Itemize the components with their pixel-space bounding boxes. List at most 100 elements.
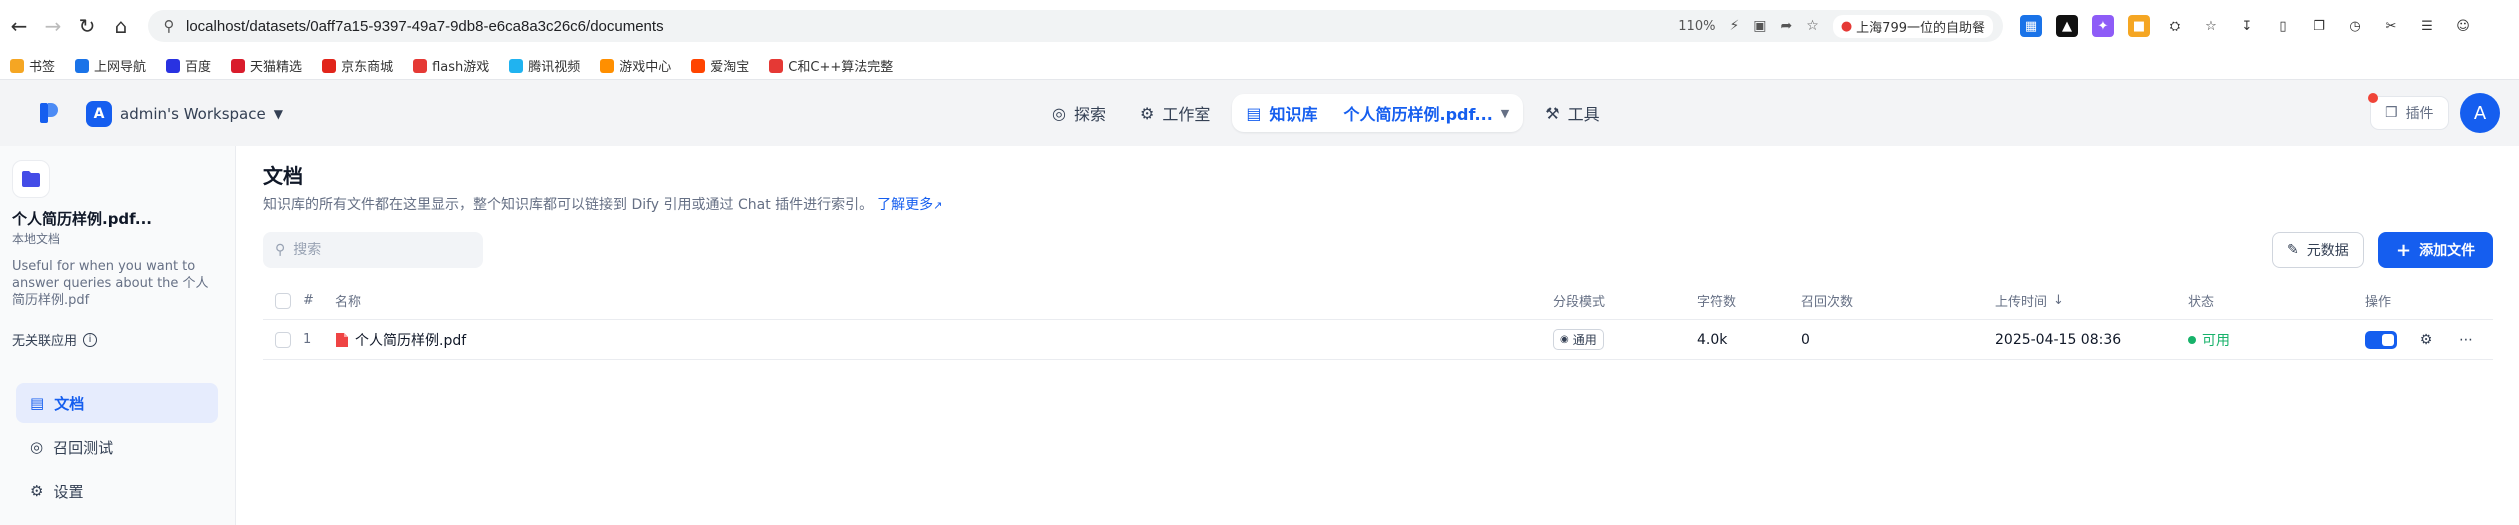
game-icon	[600, 58, 615, 73]
nav-knowledge-label: 知识库	[1269, 105, 1318, 124]
code-icon	[769, 58, 784, 73]
sidebar-item-settings[interactable]: ⚙ 设置	[16, 471, 218, 511]
favorites-icon[interactable]: ☆	[2200, 15, 2222, 37]
metadata-icon: ✎	[2287, 242, 2299, 258]
row-name-cell[interactable]: 个人简历样例.pdf	[335, 320, 466, 359]
tools-icon[interactable]: ✂	[2380, 15, 2402, 37]
bookmark-label: 京东商城	[341, 60, 394, 75]
nav-studio[interactable]: ⚙ 工作室	[1128, 94, 1222, 132]
nav-explore[interactable]: ◎ 探索	[1040, 94, 1118, 132]
sidebar-menu: ▤ 文档 ◎ 召回测试 ⚙ 设置	[16, 383, 218, 515]
bookmark-item[interactable]: 书签	[10, 56, 55, 75]
learn-more-link[interactable]: 了解更多↗	[877, 194, 942, 214]
bookmark-item[interactable]: 京东商城	[322, 56, 393, 75]
add-file-button[interactable]: + 添加文件	[2378, 232, 2494, 268]
search-box[interactable]: ⚲	[263, 232, 483, 268]
profile-icon[interactable]: ☺	[2452, 15, 2474, 37]
dify-logo-icon[interactable]	[34, 99, 62, 127]
dataset-name: 个人简历样例.pdf...	[12, 210, 152, 228]
chunk-mode-badge: ◉ 通用	[1553, 329, 1604, 350]
notification-dot	[2368, 93, 2378, 103]
home-icon[interactable]: ⌂	[106, 11, 136, 41]
phone-icon[interactable]: ▯	[2272, 15, 2294, 37]
metadata-button[interactable]: ✎ 元数据	[2272, 232, 2364, 268]
address-bar[interactable]: ⚲ localhost/datasets/0aff7a15-9397-49a7-…	[148, 10, 2003, 42]
translate-extension-icon[interactable]: ▦	[2020, 15, 2042, 37]
row-index: 1	[303, 332, 312, 347]
puzzle-extension-icon[interactable]: ⛭	[2164, 15, 2186, 37]
row-chunk-mode-cell: ◉ 通用	[1553, 320, 1604, 359]
news-tag[interactable]: ● 上海799一位的自助餐	[1832, 14, 1993, 38]
history-icon[interactable]: ◷	[2344, 15, 2366, 37]
ai-extension-icon[interactable]: ✦	[2092, 15, 2114, 37]
row-checkbox[interactable]	[275, 331, 291, 348]
folder-extension-icon[interactable]: ■	[2128, 15, 2150, 37]
bookmark-item[interactable]: 百度	[166, 56, 211, 75]
general-mode-icon: ◉	[1560, 334, 1569, 345]
bookmark-item[interactable]: C和C++算法完整	[769, 56, 893, 75]
select-all-cell	[275, 282, 291, 319]
col-actions: 操作	[2365, 295, 2392, 310]
add-file-button-label: 添加文件	[2419, 243, 2476, 259]
more-options-icon[interactable]: ⋯	[2455, 329, 2477, 351]
bookmark-item[interactable]: 游戏中心	[600, 56, 671, 75]
star-outline-icon[interactable]: ☆	[1806, 18, 1819, 34]
sidebar-item-retrieval-test[interactable]: ◎ 召回测试	[16, 427, 218, 467]
zoom-level[interactable]: 110%	[1678, 19, 1715, 34]
bookmark-label: 上网导航	[94, 60, 147, 75]
folder-icon	[12, 160, 50, 198]
bookmark-item[interactable]: 腾讯视频	[509, 56, 580, 75]
settings-sliders-icon[interactable]: ⚙	[2415, 329, 2437, 351]
plus-icon: +	[2396, 239, 2412, 261]
col-name: 名称	[335, 295, 362, 310]
reload-icon[interactable]: ↻	[72, 11, 102, 41]
target-icon: ◎	[30, 438, 44, 456]
tabs-icon[interactable]: ❐	[2308, 15, 2330, 37]
documents-table: # 名称 分段模式 字符数 召回次数 上传时间 ↓ 状态 操作 1 个人简历样例…	[263, 282, 2493, 360]
row-hit-count: 0	[1801, 331, 1810, 348]
workspace-avatar: A	[86, 101, 112, 127]
bookmark-label: flash游戏	[432, 60, 490, 75]
select-all-checkbox[interactable]	[275, 292, 291, 309]
page-title: 文档	[263, 164, 303, 188]
menu-icon[interactable]: ☰	[2416, 15, 2438, 37]
sidebar-item-label: 召回测试	[53, 438, 114, 457]
nav-tools[interactable]: ⚒ 工具	[1533, 94, 1611, 132]
bookmark-item[interactable]: 爱淘宝	[691, 56, 749, 75]
screenshot-icon[interactable]: ▣	[1753, 18, 1766, 34]
search-input[interactable]	[293, 242, 464, 258]
chunk-mode-label: 通用	[1572, 333, 1597, 347]
share-icon[interactable]: ➦	[1781, 18, 1793, 34]
table-row[interactable]: 1 个人简历样例.pdf ◉ 通用 4.0k 0 2025-04-15 08:3…	[263, 320, 2493, 360]
sidebar-item-documents[interactable]: ▤ 文档	[16, 383, 218, 423]
flash-icon	[413, 58, 428, 73]
document-icon: ▤	[30, 394, 45, 412]
search-icon: ⚲	[275, 242, 286, 258]
lightning-icon[interactable]: ⚡	[1729, 18, 1739, 34]
info-icon[interactable]: i	[83, 332, 98, 347]
dataset-sidebar: 个人简历样例.pdf... 本地文档 Useful for when you w…	[0, 146, 236, 525]
plugin-button[interactable]: ❒ 插件	[2368, 93, 2449, 130]
workspace-switcher[interactable]: A admin's Workspace ▼	[86, 101, 283, 127]
bookmark-item[interactable]: flash游戏	[413, 56, 489, 75]
robot-icon: ⚙	[1139, 103, 1155, 123]
pdf-file-icon	[336, 332, 348, 347]
download-icon[interactable]: ↧	[2236, 15, 2258, 37]
chevron-down-icon[interactable]: ▼	[1501, 107, 1509, 120]
url-text[interactable]: localhost/datasets/0aff7a15-9397-49a7-9d…	[186, 18, 664, 35]
associated-apps-label: 无关联应用	[12, 334, 78, 349]
news-icon: ●	[1840, 18, 1853, 34]
col-upload-time[interactable]: 上传时间 ↓	[1995, 282, 2064, 319]
nav-knowledge[interactable]: ▤ 知识库 个人简历样例.pdf... ▼	[1232, 94, 1524, 132]
forward-icon[interactable]: →	[38, 11, 68, 41]
bookmark-label: 书签	[29, 60, 56, 75]
current-dataset-selector[interactable]: 个人简历样例.pdf...	[1343, 101, 1492, 125]
camera-extension-icon[interactable]: ▲	[2056, 15, 2078, 37]
bookmark-label: 腾讯视频	[528, 60, 581, 75]
learn-more-label: 了解更多	[877, 197, 934, 213]
bookmark-item[interactable]: 天猫精选	[231, 56, 302, 75]
enable-toggle[interactable]	[2365, 330, 2397, 349]
bookmark-item[interactable]: 上网导航	[75, 56, 146, 75]
user-avatar[interactable]: A	[2460, 93, 2500, 133]
back-icon[interactable]: ←	[4, 11, 34, 41]
